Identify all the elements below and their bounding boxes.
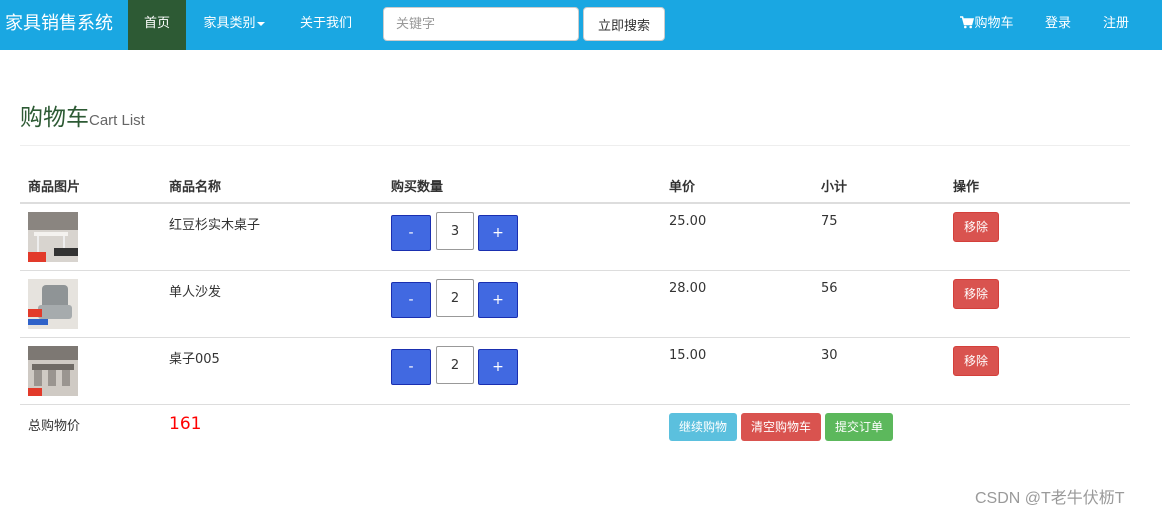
search-button[interactable]: 立即搜索 [583, 7, 665, 41]
product-image[interactable] [28, 212, 78, 262]
subtotal: 30 [821, 348, 838, 363]
nav-login[interactable]: 登录 [1043, 0, 1073, 50]
clear-cart-button[interactable]: 清空购物车 [741, 413, 821, 441]
brand-title[interactable]: 家具销售系统 [5, 0, 113, 50]
submit-order-button[interactable]: 提交订单 [825, 413, 893, 441]
nav-cart[interactable]: 购物车 [957, 0, 1017, 50]
nav-cart-label: 购物车 [974, 16, 1014, 31]
remove-button[interactable]: 移除 [953, 346, 999, 376]
quantity-input[interactable] [436, 212, 474, 250]
unit-price: 25.00 [669, 214, 707, 229]
col-header-subtotal: 小计 [821, 180, 848, 195]
product-name: 桌子005 [169, 352, 220, 367]
continue-shopping-button[interactable]: 继续购物 [669, 413, 737, 441]
total-label: 总购物价 [28, 419, 81, 434]
total-value: 161 [169, 414, 202, 434]
product-image[interactable] [28, 346, 78, 396]
product-image[interactable] [28, 279, 78, 329]
shopping-cart-icon [960, 16, 975, 29]
nav-categories-dropdown[interactable]: 家具类别 [201, 0, 267, 50]
col-header-action: 操作 [953, 180, 980, 195]
watermark: CSDN @T老牛伏枥T [975, 490, 1125, 507]
page-title: 购物车Cart List [20, 98, 145, 131]
col-header-name: 商品名称 [169, 180, 222, 195]
subtotal: 56 [821, 281, 838, 296]
caret-down-icon [256, 21, 265, 26]
decrease-quantity-button[interactable]: - [391, 282, 431, 318]
row-divider [20, 337, 1130, 338]
search-input[interactable] [383, 7, 579, 41]
page-title-main: 购物车 [20, 105, 89, 131]
quantity-input[interactable] [436, 279, 474, 317]
row-divider [20, 270, 1130, 271]
quantity-input[interactable] [436, 346, 474, 384]
decrease-quantity-button[interactable]: - [391, 215, 431, 251]
table-header-divider [20, 202, 1130, 204]
nav-register[interactable]: 注册 [1101, 0, 1131, 50]
nav-categories-label: 家具类别 [203, 16, 256, 31]
nav-about[interactable]: 关于我们 [296, 0, 356, 50]
unit-price: 15.00 [669, 348, 707, 363]
col-header-image: 商品图片 [28, 180, 81, 195]
col-header-quantity: 购买数量 [391, 180, 444, 195]
page-title-sub: Cart List [89, 112, 145, 129]
remove-button[interactable]: 移除 [953, 212, 999, 242]
col-header-price: 单价 [669, 180, 696, 195]
increase-quantity-button[interactable]: + [478, 282, 518, 318]
subtotal: 75 [821, 214, 838, 229]
decrease-quantity-button[interactable]: - [391, 349, 431, 385]
top-navbar: 家具销售系统 首页 家具类别 关于我们 立即搜索 购物车 登录 注册 [0, 0, 1162, 50]
remove-button[interactable]: 移除 [953, 279, 999, 309]
nav-home[interactable]: 首页 [128, 0, 186, 50]
product-name: 单人沙发 [169, 285, 222, 300]
increase-quantity-button[interactable]: + [478, 215, 518, 251]
increase-quantity-button[interactable]: + [478, 349, 518, 385]
product-name: 红豆杉实木桌子 [169, 218, 261, 233]
header-divider [20, 145, 1130, 146]
unit-price: 28.00 [669, 281, 707, 296]
row-divider [20, 404, 1130, 405]
